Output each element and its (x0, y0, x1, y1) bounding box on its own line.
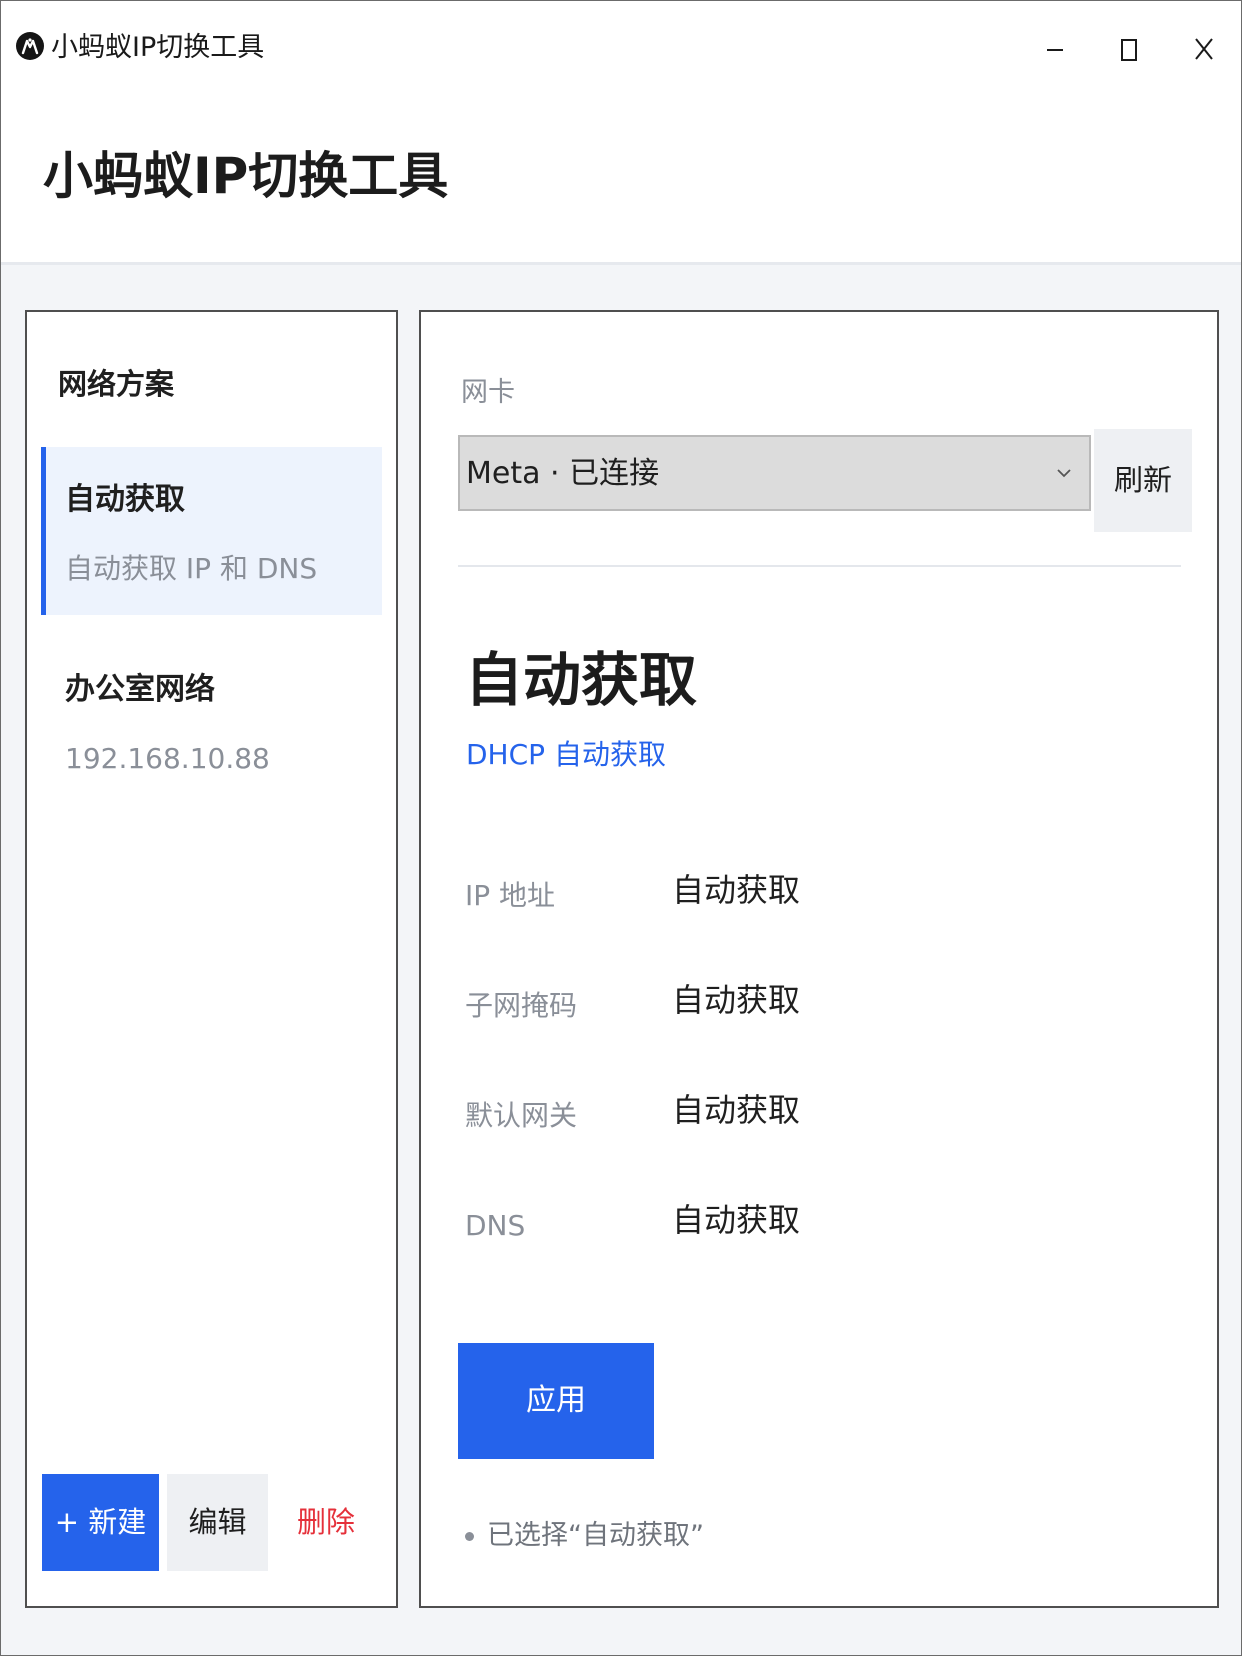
delete-profile-button[interactable]: 删除 (276, 1474, 376, 1571)
window-title: 小蚂蚁IP切换工具 (51, 32, 265, 63)
field-label: 子网掩码 (465, 989, 578, 1022)
field-ip-address: IP 地址 自动获取 (465, 870, 1165, 920)
profile-item-auto[interactable]: 自动获取 自动获取 IP 和 DNS (41, 447, 382, 615)
edit-profile-button[interactable]: 编辑 (167, 1474, 268, 1571)
profile-title: 自动获取 (465, 646, 698, 714)
profile-item-office[interactable]: 办公室网络 192.168.10.88 (41, 637, 382, 805)
minimize-icon (1047, 49, 1063, 51)
title-bar[interactable]: 小蚂蚁IP切换工具 (1, 1, 1241, 97)
sidebar-heading: 网络方案 (58, 367, 175, 401)
chevron-down-icon (1057, 469, 1071, 478)
ant-logo-icon (16, 32, 44, 60)
field-dns: DNS 自动获取 (465, 1200, 1165, 1250)
dot-icon (465, 1532, 474, 1541)
maximize-icon (1121, 39, 1137, 61)
profile-description: 自动获取 IP 和 DNS (65, 552, 318, 585)
close-icon (1195, 38, 1213, 60)
page-title: 小蚂蚁IP切换工具 (43, 147, 449, 205)
field-value: 自动获取 (672, 981, 801, 1019)
field-value: 自动获取 (672, 871, 801, 909)
adapter-label: 网卡 (461, 377, 515, 408)
divider (458, 565, 1181, 567)
profile-mode: DHCP 自动获取 (466, 738, 666, 771)
new-profile-button[interactable]: + 新建 (42, 1474, 159, 1571)
status-text: 已选择“自动获取” (487, 1520, 704, 1551)
field-label: 默认网关 (465, 1099, 578, 1132)
field-default-gateway: 默认网关 自动获取 (465, 1090, 1165, 1140)
maximize-button[interactable] (1101, 23, 1157, 75)
app-header: 小蚂蚁IP切换工具 (1, 97, 1241, 265)
field-value: 自动获取 (672, 1201, 801, 1239)
field-value: 自动获取 (672, 1091, 801, 1129)
apply-button[interactable]: 应用 (458, 1343, 654, 1459)
field-label: IP 地址 (465, 879, 556, 912)
adapter-select[interactable]: Meta · 已连接 (458, 435, 1091, 511)
profile-sidebar: 网络方案 自动获取 自动获取 IP 和 DNS 办公室网络 192.168.10… (25, 310, 398, 1608)
adapter-selected-value: Meta · 已连接 (466, 456, 660, 491)
field-subnet-mask: 子网掩码 自动获取 (465, 980, 1165, 1030)
app-window: 小蚂蚁IP切换工具 小蚂蚁IP切换工具 网络方案 自动获取 自动获取 IP 和 … (0, 0, 1242, 1656)
profile-name: 办公室网络 (65, 672, 215, 707)
close-button[interactable] (1176, 23, 1232, 75)
profile-description: 192.168.10.88 (65, 742, 270, 775)
profile-detail-panel: 网卡 Meta · 已连接 刷新 自动获取 DHCP 自动获取 IP 地址 自动… (419, 310, 1219, 1608)
field-label: DNS (465, 1209, 526, 1242)
refresh-button[interactable]: 刷新 (1094, 429, 1192, 532)
minimize-button[interactable] (1027, 23, 1083, 75)
profile-name: 自动获取 (65, 482, 185, 517)
